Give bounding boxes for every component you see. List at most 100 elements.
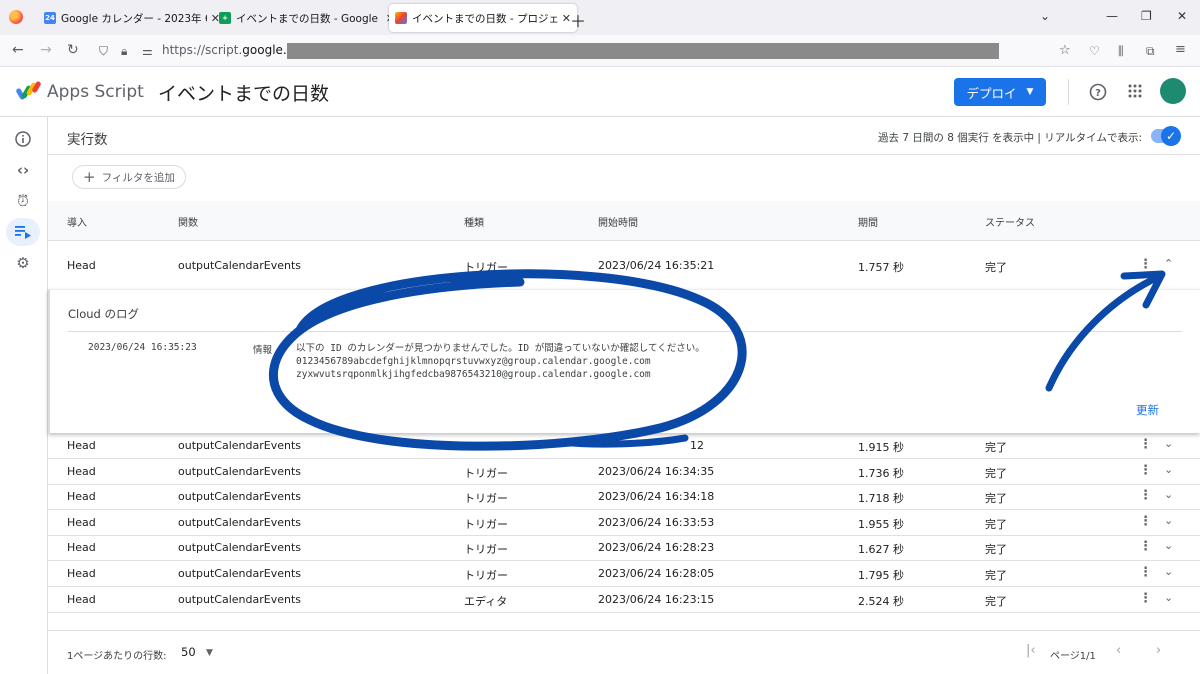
forward-icon[interactable]: → <box>40 42 52 58</box>
cell-duration: 1.736 秒 <box>858 466 904 480</box>
overview-info-icon[interactable] <box>6 125 40 153</box>
cell-function: outputCalendarEvents <box>178 490 301 504</box>
table-header: 導入 関数 種類 開始時間 期間 ステータス <box>48 201 1200 241</box>
log-timestamp: 2023/06/24 16:35:23 <box>88 342 197 353</box>
triggers-alarm-icon[interactable]: ⏰︎ <box>6 187 40 215</box>
calendar-icon: 24 <box>44 12 56 24</box>
page-indicator: ページ1/1 <box>1050 651 1096 662</box>
chevron-down-icon[interactable]: ⌄ <box>1164 437 1173 450</box>
avatar[interactable] <box>1160 78 1186 104</box>
project-title[interactable]: イベントまでの日数 <box>158 79 329 106</box>
more-vert-icon[interactable]: ⋮ <box>1139 437 1152 452</box>
table-row[interactable]: Head outputCalendarEvents トリガー 2023/06/24 1… <box>48 561 1200 587</box>
next-page-icon[interactable]: › <box>1156 643 1161 658</box>
column-header-duration[interactable]: 期間 <box>858 214 878 229</box>
reload-icon[interactable]: ↻ <box>67 42 79 58</box>
chevron-down-icon[interactable]: ⌄ <box>1164 591 1173 604</box>
tab-label: Google カレンダー - 2023年 6月 2 <box>61 12 207 25</box>
chevron-up-icon[interactable]: ⌃ <box>1164 257 1173 270</box>
cell-type: トリガー <box>464 569 508 582</box>
more-vert-icon[interactable]: ⋮ <box>1139 591 1152 606</box>
more-vert-icon[interactable]: ⋮ <box>1139 488 1152 503</box>
chevron-down-icon[interactable]: ⌄ <box>1164 539 1173 552</box>
column-header-type[interactable]: 種類 <box>464 214 484 229</box>
column-header-status[interactable]: ステータス <box>985 214 1035 229</box>
chevron-down-icon[interactable]: ⌄ <box>1164 565 1173 578</box>
log-title: Cloud のログ <box>68 307 140 321</box>
chevron-down-icon[interactable]: ⌄ <box>1164 488 1173 501</box>
more-vert-icon[interactable]: ⋮ <box>1139 539 1152 554</box>
column-header-function[interactable]: 関数 <box>178 214 198 229</box>
cell-function: outputCalendarEvents <box>178 439 301 452</box>
cell-duration: 1.718 秒 <box>858 492 904 506</box>
cell-duration: 1.795 秒 <box>858 569 904 582</box>
lock-icon[interactable]: 🔒︎ <box>121 44 127 59</box>
first-page-icon[interactable]: |‹ <box>1026 643 1036 658</box>
realtime-toggle[interactable]: ✓ <box>1151 126 1181 146</box>
apps-script-logo-icon <box>16 81 41 100</box>
menu-icon[interactable]: ≡ <box>1175 42 1186 57</box>
rows-per-page-select[interactable]: 50 <box>181 645 196 659</box>
editor-code-icon[interactable]: ‹› <box>6 156 40 184</box>
library-icon[interactable]: ⫼ <box>1118 44 1124 59</box>
more-vert-icon[interactable]: ⋮ <box>1139 257 1152 272</box>
divider <box>1068 79 1069 105</box>
apps-script-icon <box>395 12 407 24</box>
table-row[interactable]: Head outputCalendarEvents トリガー 2023/06/24 1… <box>48 510 1200 536</box>
executions-icon[interactable] <box>6 218 40 246</box>
refresh-link[interactable]: 更新 <box>1136 402 1159 418</box>
page-title: 実行数 <box>67 132 108 148</box>
deploy-button[interactable]: デプロイ ▼ <box>954 78 1046 106</box>
cloud-log-panel: Cloud のログ 2023/06/24 16:35:23 情報 以下の ID … <box>48 289 1200 433</box>
cell-type: トリガー <box>464 466 508 480</box>
more-vert-icon[interactable]: ⋮ <box>1139 514 1152 529</box>
permissions-icon[interactable]: ⚌ <box>142 44 153 58</box>
restore-icon[interactable]: ❐ <box>1141 9 1152 23</box>
table-row[interactable]: Head outputCalendarEvents トリガー 2023/06/24 1… <box>48 535 1200 562</box>
bookmark-star-icon[interactable]: ☆ <box>1059 43 1071 58</box>
pocket-icon[interactable]: ♡ <box>1089 44 1100 58</box>
table-row[interactable]: Head outputCalendarEvents 12 1.915 秒 完了 ⋮ ⌄ <box>48 433 1200 459</box>
cell-status: 完了 <box>985 594 1007 608</box>
back-icon[interactable]: ← <box>12 42 24 58</box>
cell-type: エディタ <box>464 594 508 608</box>
deploy-label: デプロイ <box>966 85 1017 101</box>
table-row[interactable]: Head outputCalendarEvents エディタ 2023/06/24 1… <box>48 587 1200 613</box>
column-header-deploy[interactable]: 導入 <box>67 214 87 229</box>
settings-gear-icon[interactable]: ⚙ <box>6 249 40 277</box>
table-row-expanded[interactable]: Head outputCalendarEvents トリガー 2023/06/2… <box>48 241 1200 289</box>
extensions-icon[interactable]: ⧉ <box>1146 44 1155 59</box>
chevron-down-icon[interactable]: ⌄ <box>1164 514 1173 527</box>
list-all-tabs-icon[interactable]: ⌄ <box>1040 9 1050 23</box>
check-icon: ✓ <box>1161 126 1181 146</box>
more-vert-icon[interactable]: ⋮ <box>1139 565 1152 580</box>
cell-function: outputCalendarEvents <box>178 541 301 555</box>
tab-google-calendar[interactable]: 24 Google カレンダー - 2023年 6月 2 ✕ <box>38 4 226 32</box>
chevron-down-icon[interactable]: ⌄ <box>1164 463 1173 476</box>
add-filter-button[interactable]: + フィルタを追加 <box>72 165 186 189</box>
window-close-icon[interactable]: ✕ <box>1177 9 1187 23</box>
more-vert-icon[interactable]: ⋮ <box>1139 463 1152 478</box>
cell-start: 2023/06/24 16:34:18 <box>598 490 715 504</box>
help-icon[interactable]: ? <box>1089 83 1107 105</box>
cell-function: outputCalendarEvents <box>178 592 301 606</box>
cell-function: outputCalendarEvents <box>178 567 301 580</box>
cell-duration: 1.627 秒 <box>858 543 904 557</box>
column-header-start-time[interactable]: 開始時間 <box>598 214 638 229</box>
previous-page-icon[interactable]: ‹ <box>1116 643 1121 658</box>
sheets-icon: + <box>219 12 231 24</box>
firefox-icon[interactable] <box>9 10 23 24</box>
new-tab-icon[interactable]: ＋ <box>570 8 586 32</box>
executions-panel: 実行数 過去 7 日間の 8 個実行 を表示中 | リアルタイムで表示: ✓ +… <box>48 117 1200 674</box>
tab-sheets[interactable]: + イベントまでの日数 - Google スプレ ✕ <box>213 4 401 32</box>
cell-deploy: Head <box>67 592 96 606</box>
tab-apps-script[interactable]: イベントまでの日数 - プロジェクトの ✕ <box>389 4 577 32</box>
table-row[interactable]: Head outputCalendarEvents トリガー 2023/06/24 1… <box>48 484 1200 511</box>
table-row[interactable]: Head outputCalendarEvents トリガー 2023/06/24 1… <box>48 459 1200 485</box>
caret-down-icon[interactable]: ▼ <box>206 648 213 658</box>
shield-icon[interactable]: ⛉ <box>99 44 108 59</box>
browser-tab-bar: 24 Google カレンダー - 2023年 6月 2 ✕ + イベントまでの… <box>0 0 1200 35</box>
minimize-icon[interactable]: — <box>1106 9 1118 23</box>
apps-grid-icon[interactable] <box>1128 83 1142 102</box>
cell-start: 2023/06/24 16:34:35 <box>598 464 715 478</box>
